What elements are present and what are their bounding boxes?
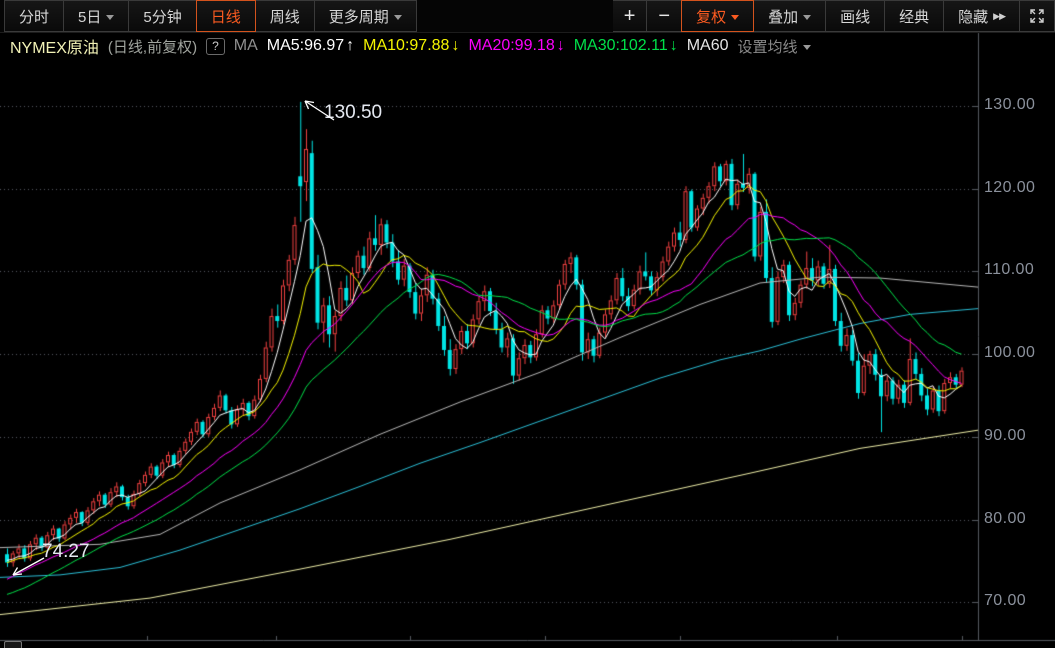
low-annotation-arrow-icon [8, 554, 46, 580]
ma60-legend-label: MA60 [687, 37, 729, 55]
zoom-in-button[interactable]: + [613, 0, 648, 32]
chart-tools-group: + − 复权 叠加 画线 经典 隐藏▶▶ [613, 0, 1055, 32]
down-arrow-icon: ↓ [557, 37, 565, 55]
y-axis-label: 130.00 [984, 96, 1035, 114]
period-buttons-group: 分时 5日 5分钟 日线 周线 更多周期 [4, 0, 417, 32]
overlay-button[interactable]: 叠加 [754, 0, 826, 32]
chevron-down-icon [394, 15, 402, 20]
help-icon[interactable]: ? [206, 38, 225, 55]
tab-daily[interactable]: 日线 [196, 0, 256, 32]
ma-settings-dropdown[interactable]: 设置均线 [738, 36, 811, 57]
zoom-out-button[interactable]: − [647, 0, 682, 32]
low-price-annotation: 74.27 [42, 541, 90, 563]
chart-window: 分时 5日 5分钟 日线 周线 更多周期 + − 复权 叠加 画线 经典 隐藏▶… [0, 0, 1055, 648]
tab-weekly[interactable]: 周线 [256, 0, 315, 32]
high-annotation-arrow-icon [300, 96, 338, 124]
chevron-down-icon [731, 15, 739, 20]
chevron-down-icon [803, 45, 811, 50]
period-toolbar: 分时 5日 5分钟 日线 周线 更多周期 + − 复权 叠加 画线 经典 隐藏▶… [0, 0, 1055, 33]
y-axis-label: 110.00 [984, 261, 1034, 279]
down-arrow-icon: ↓ [451, 37, 459, 55]
chart-legend-row: NYMEX原油 (日线,前复权) ? MA MA5:96.97↑ MA10:97… [0, 33, 1055, 59]
candlestick-chart-canvas[interactable] [0, 0, 1055, 648]
ma30-legend-value: MA30:102.11↓ [574, 37, 678, 55]
y-axis-label: 70.00 [984, 592, 1026, 610]
up-arrow-icon: ↑ [346, 37, 354, 55]
chevron-down-icon [106, 15, 114, 20]
y-axis-label: 100.00 [984, 344, 1035, 362]
expand-arrows-icon [1029, 8, 1045, 24]
ma10-legend-value: MA10:97.88↓ [363, 37, 459, 55]
symbol-title: NYMEX原油 [10, 34, 99, 58]
adjust-mode-button[interactable]: 复权 [681, 0, 754, 32]
down-arrow-icon: ↓ [670, 37, 678, 55]
hide-panel-button[interactable]: 隐藏▶▶ [944, 0, 1020, 32]
tab-timeshare[interactable]: 分时 [4, 0, 64, 32]
bottom-left-mini-icon[interactable] [4, 641, 22, 648]
tab-5day[interactable]: 5日 [64, 0, 129, 32]
y-axis-label: 120.00 [984, 179, 1035, 197]
y-axis-label: 90.00 [984, 427, 1026, 445]
y-axis-label: 80.00 [984, 510, 1026, 528]
tab-5min[interactable]: 5分钟 [129, 0, 196, 32]
draw-line-button[interactable]: 画线 [826, 0, 885, 32]
ma20-legend-value: MA20:99.18↓ [468, 37, 564, 55]
chevron-down-icon [803, 15, 811, 20]
tab-more-periods[interactable]: 更多周期 [315, 0, 417, 32]
ma-prefix-label: MA [234, 37, 258, 55]
period-adjust-subtitle: (日线,前复权) [108, 36, 197, 57]
ma5-legend-value: MA5:96.97↑ [267, 37, 354, 55]
fullscreen-button[interactable] [1020, 0, 1055, 32]
classic-style-button[interactable]: 经典 [885, 0, 944, 32]
double-right-arrow-icon: ▶▶ [993, 11, 1005, 22]
